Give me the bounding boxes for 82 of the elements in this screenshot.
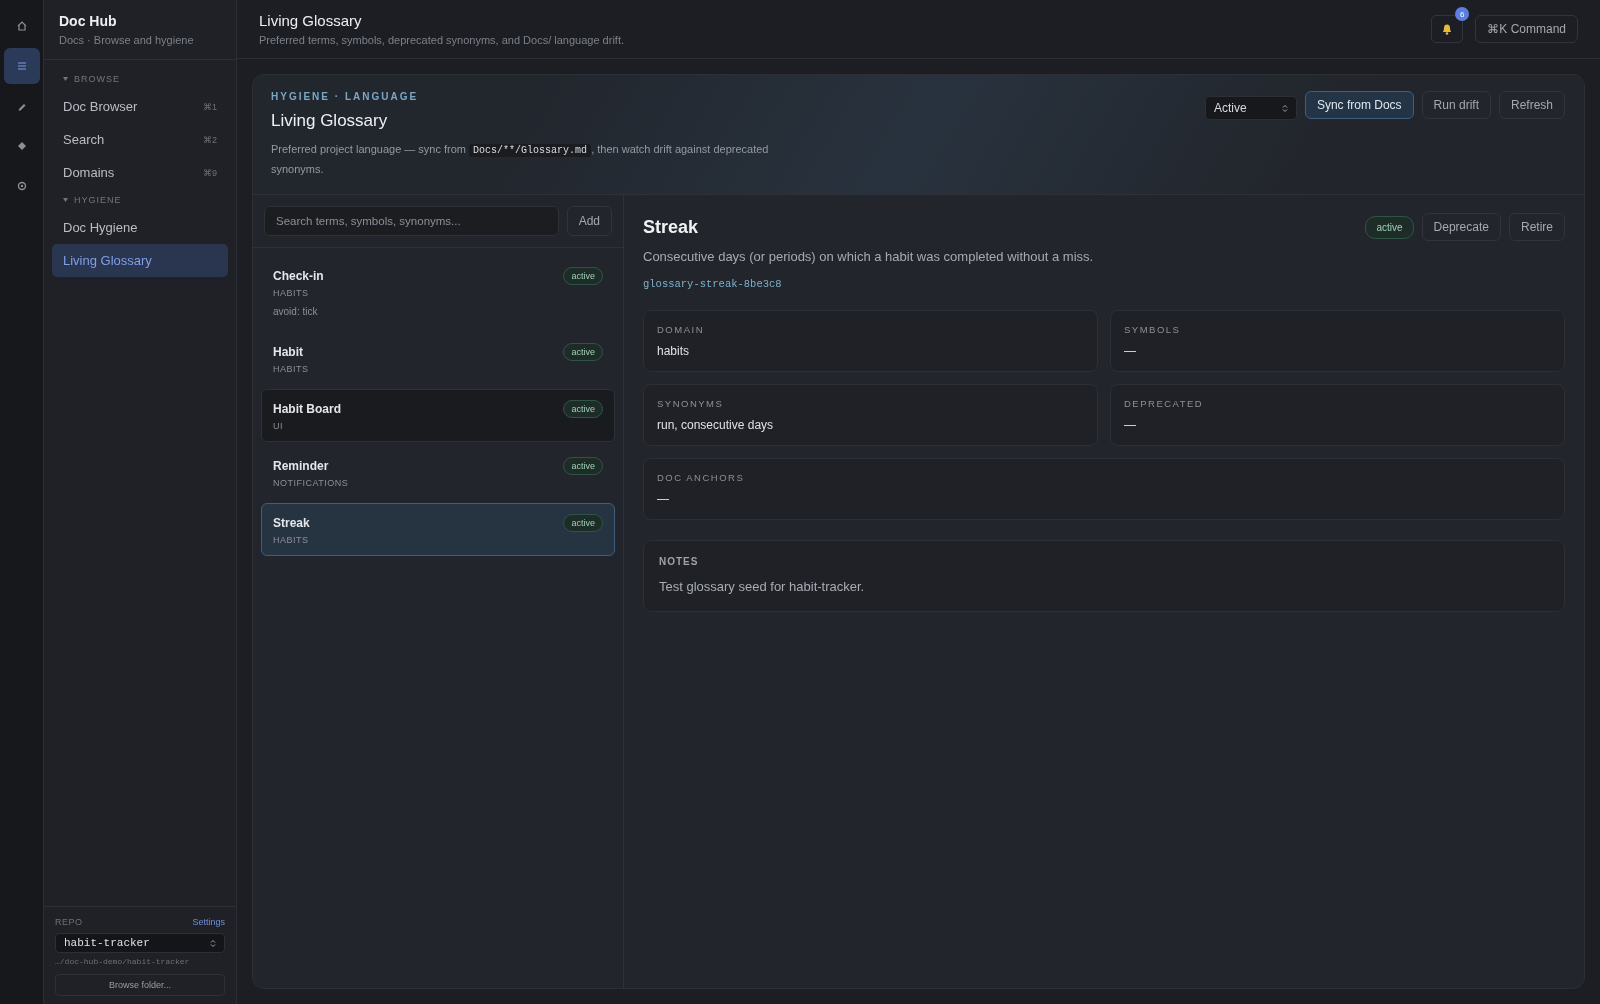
command-button[interactable]: ⌘K Command	[1475, 15, 1578, 43]
action-button[interactable]: Run drift	[1421, 91, 1491, 119]
app-subtitle: Docs · Browse and hygiene	[59, 34, 195, 46]
section-label: BROWSE	[74, 74, 120, 84]
updown-icon	[210, 938, 216, 948]
term-name: Check-in	[273, 269, 324, 283]
repo-path: …/doc-hub-demo/habit-tracker	[55, 957, 191, 966]
settings-icon	[15, 180, 28, 192]
term-domain: NOTIFICATIONS	[273, 478, 350, 488]
notes-label: NOTES	[659, 556, 700, 567]
caret-icon	[63, 198, 68, 202]
field-label: DOC ANCHORS	[657, 472, 746, 483]
app-title: Doc Hub	[59, 13, 118, 29]
settings-link[interactable]: Settings	[192, 917, 225, 927]
term-definition: Consecutive days (or periods) on which a habit was completed without a miss.	[643, 249, 1095, 264]
nav-item[interactable]: Domains ⌘9	[52, 156, 228, 189]
nav-label: Domains	[63, 165, 115, 180]
nav-label: Doc Hygiene	[63, 220, 138, 235]
field-label: DEPRECATED	[1124, 398, 1205, 409]
rail-button[interactable]	[3, 48, 40, 84]
term-item[interactable]: Habit active HABITS	[261, 332, 615, 385]
status-badge: active	[563, 457, 603, 475]
nav-label: Search	[63, 132, 105, 147]
browse-folder-button[interactable]: Browse folder...	[55, 974, 225, 996]
shortcut-hint: ⌘1	[203, 101, 217, 112]
term-name: Habit	[273, 345, 303, 359]
term-item[interactable]: Check-in active HABITS avoid: tick	[261, 256, 615, 328]
term-domain: HABITS	[273, 288, 310, 298]
field-value: —	[1124, 344, 1137, 358]
field-value: habits	[657, 344, 691, 358]
repo-select[interactable]: habit-tracker	[55, 933, 225, 953]
term-item[interactable]: Habit Board active UI	[261, 389, 615, 442]
field-value: —	[657, 492, 670, 506]
term-domain: HABITS	[273, 364, 310, 374]
search-field[interactable]: Search terms, symbols, synonyms...	[264, 206, 559, 236]
panel-description: Preferred project language — sync from Docs/**/Glossary.md , then watch drift against deprecated synonyms.	[271, 142, 770, 177]
field-label: SYMBOLS	[1124, 324, 1182, 335]
field-label: DOMAIN	[657, 324, 705, 335]
home-icon	[15, 20, 28, 32]
updown-icon	[1281, 103, 1288, 113]
panel-title: Living Glossary	[271, 111, 389, 131]
status-badge: active	[1365, 215, 1414, 239]
section-label: HYGIENE	[74, 195, 122, 205]
nav-label: Living Glossary	[63, 253, 152, 268]
term-domain: UI	[273, 421, 284, 431]
field-value: run, consecutive days	[657, 418, 775, 432]
status-badge: active	[563, 343, 603, 361]
action-button[interactable]: Sync from Docs	[1304, 91, 1414, 119]
term-name: Reminder	[273, 459, 329, 473]
notification-count: 6	[1455, 7, 1470, 21]
term-name: Streak	[273, 516, 310, 530]
status-filter[interactable]: Active	[1204, 96, 1297, 120]
nav-item[interactable]: Living Glossary	[52, 244, 228, 277]
page-subtitle: Preferred terms, symbols, deprecated synonyms, and Docs/ language drift.	[259, 34, 624, 46]
page-title: Living Glossary	[259, 12, 363, 29]
nav-item[interactable]: Doc Hygiene	[52, 211, 228, 244]
repo-label: REPO	[55, 917, 83, 927]
term-action-button[interactable]: Deprecate	[1421, 213, 1501, 241]
field-value: —	[1124, 418, 1137, 432]
term-domain: HABITS	[273, 535, 310, 545]
term-id: glossary-streak-8be3c8	[643, 278, 783, 290]
term-note: avoid: tick	[273, 306, 319, 317]
term-title: Streak	[643, 216, 699, 238]
action-button[interactable]: Refresh	[1498, 91, 1565, 119]
term-name: Habit Board	[273, 402, 341, 416]
status-badge: active	[563, 267, 603, 285]
notes-text: Test glossary seed for habit-tracker.	[659, 579, 866, 594]
term-item[interactable]: Streak active HABITS	[261, 503, 615, 556]
nav-item[interactable]: Doc Browser ⌘1	[52, 90, 228, 123]
term-item[interactable]: Reminder active NOTIFICATIONS	[261, 446, 615, 499]
status-badge: active	[563, 514, 603, 532]
nav-item[interactable]: Search ⌘2	[52, 123, 228, 156]
term-action-button[interactable]: Retire	[1509, 213, 1565, 241]
nav-label: Doc Browser	[63, 99, 138, 114]
status-badge: active	[563, 400, 603, 418]
shortcut-hint: ⌘9	[203, 167, 217, 178]
list-icon	[15, 60, 28, 72]
panel-eyebrow: HYGIENE · LANGUAGE	[271, 91, 420, 102]
add-button[interactable]: Add	[566, 206, 612, 236]
caret-icon	[63, 77, 68, 81]
field-label: SYNONYMS	[657, 398, 725, 409]
shortcut-hint: ⌘2	[203, 134, 217, 145]
